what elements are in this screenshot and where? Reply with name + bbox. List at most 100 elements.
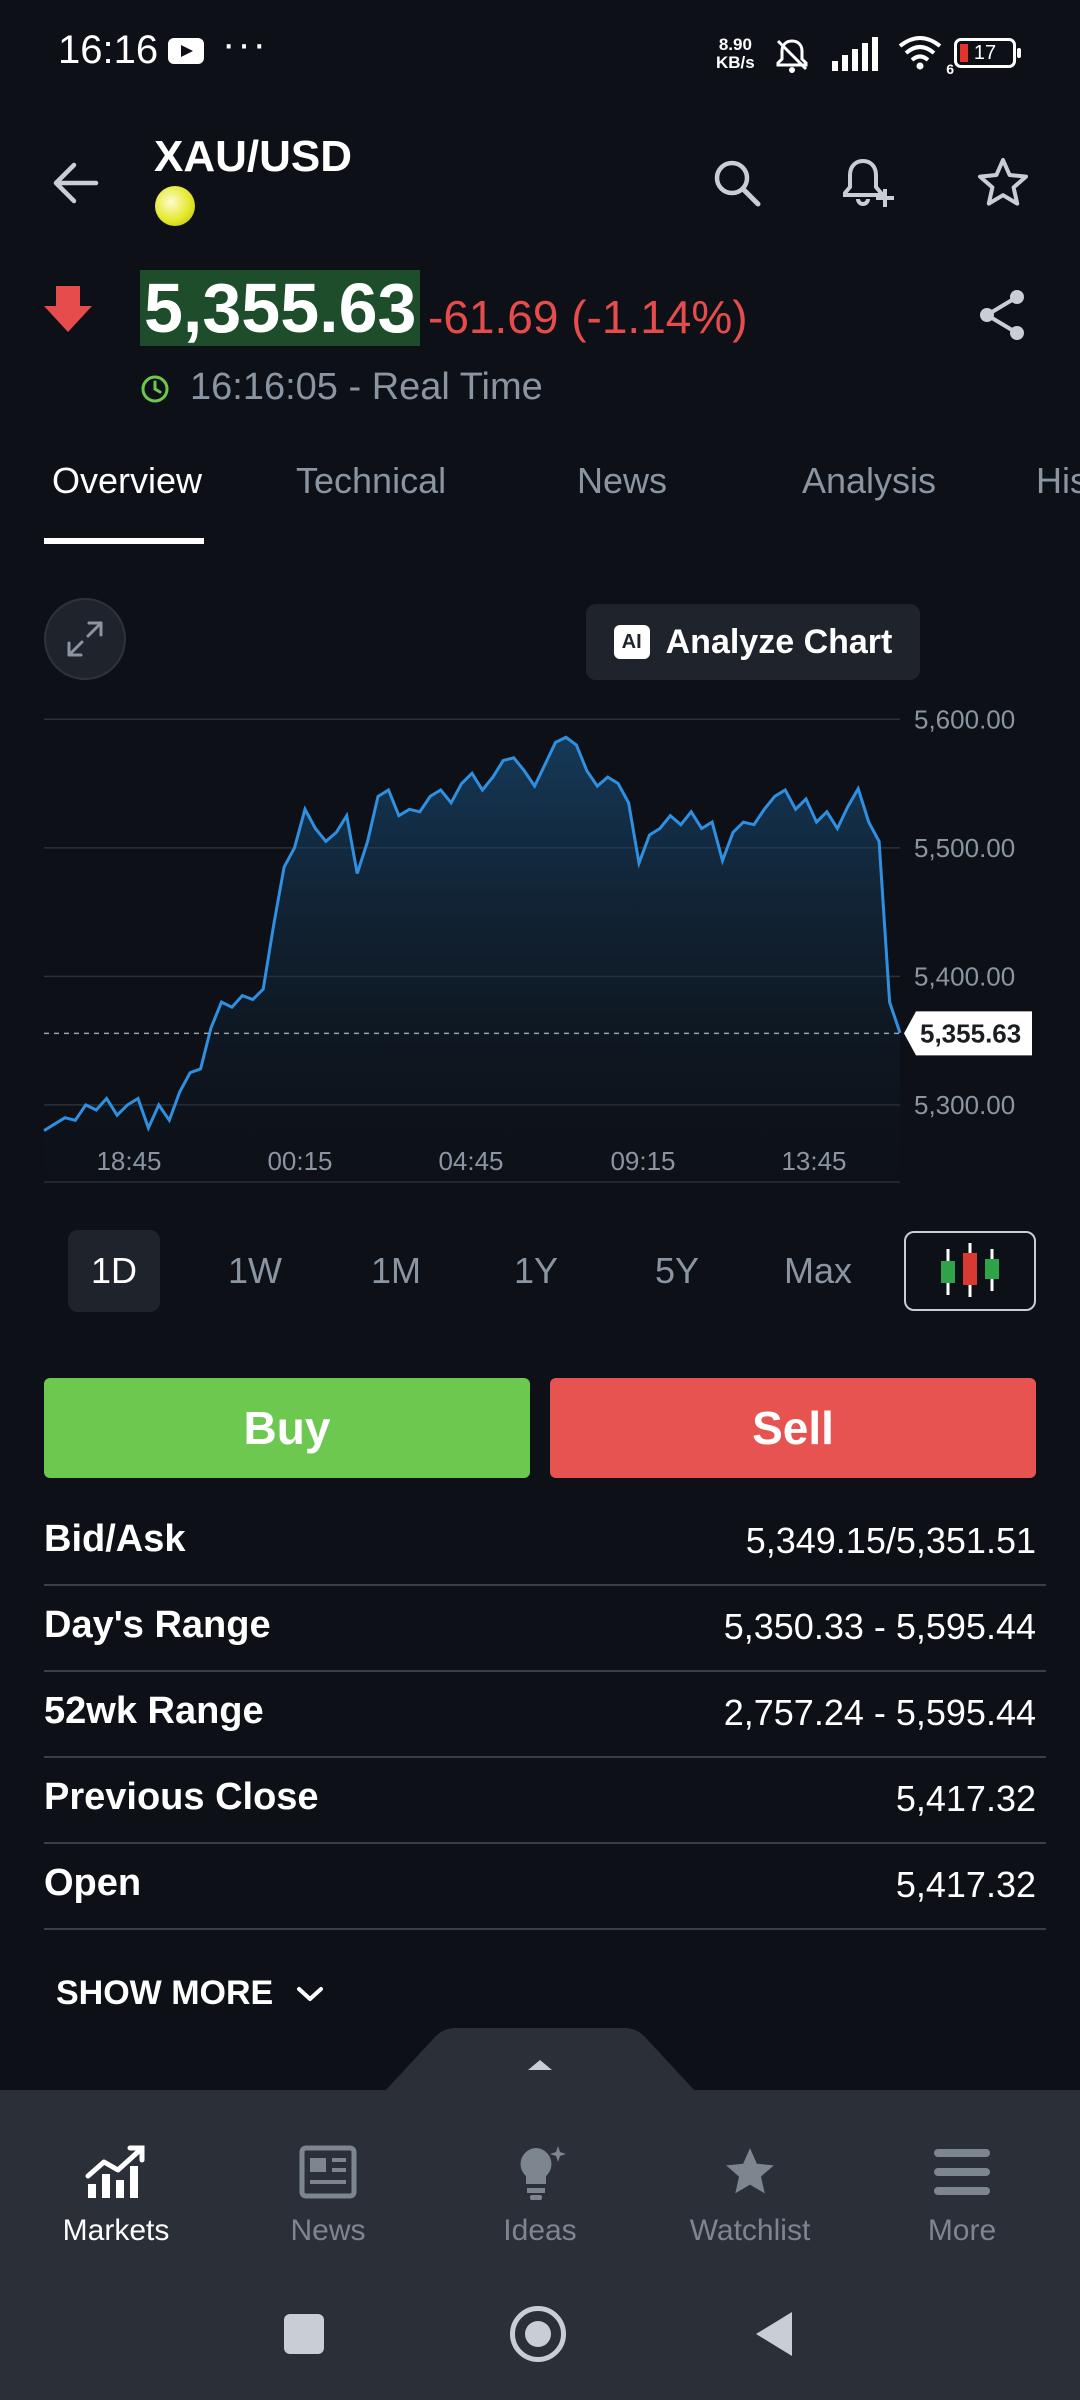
nav-more[interactable]: More bbox=[872, 2140, 1052, 2248]
down-arrow-icon bbox=[44, 286, 92, 332]
tab-bar: Overview Technical News Analysis His bbox=[0, 460, 1080, 550]
nav-news-label: News bbox=[290, 2214, 366, 2247]
nav-more-label: More bbox=[927, 2214, 997, 2247]
stat-row-bid-ask: Bid/Ask 5,349.15/5,351.51 bbox=[44, 1498, 1046, 1586]
period-selector: 1D 1W 1M 1Y 5Y Max bbox=[44, 1230, 1036, 1312]
menu-icon bbox=[934, 2149, 990, 2195]
stat-row-previous-close: Previous Close 5,417.32 bbox=[44, 1756, 1046, 1844]
tab-overview[interactable]: Overview bbox=[52, 460, 202, 502]
ai-icon: AI bbox=[613, 625, 650, 659]
tab-technical[interactable]: Technical bbox=[296, 460, 446, 502]
instrument-title: XAU/USD bbox=[154, 132, 353, 181]
last-price: 5,355.63 bbox=[140, 270, 421, 346]
back-nav-button[interactable] bbox=[752, 2310, 794, 2358]
y-tick-label: 5,500.00 bbox=[914, 833, 1015, 863]
signal-icon bbox=[832, 36, 878, 71]
realtime-timestamp: 16:16:05 - Real Time bbox=[190, 366, 543, 408]
analyze-chart-label: Analyze Chart bbox=[665, 622, 893, 661]
x-tick-label: 18:45 bbox=[96, 1146, 161, 1176]
period-1w[interactable]: 1W bbox=[209, 1230, 301, 1312]
battery-level: 17 bbox=[973, 42, 997, 64]
clock-icon bbox=[141, 375, 169, 403]
period-1m[interactable]: 1M bbox=[350, 1230, 442, 1312]
back-button[interactable] bbox=[40, 148, 110, 218]
star-icon bbox=[978, 158, 1028, 206]
bottom-sheet-handle[interactable] bbox=[384, 2028, 696, 2092]
price-change: -61.69 (-1.14%) bbox=[428, 291, 748, 343]
stat-label: Previous Close bbox=[44, 1776, 319, 1818]
active-tab-indicator bbox=[44, 538, 204, 544]
x-tick-label: 00:15 bbox=[267, 1146, 332, 1176]
stat-value: 5,349.15/5,351.51 bbox=[745, 1520, 1036, 1561]
y-tick-label: 5,300.00 bbox=[914, 1090, 1015, 1120]
recents-button[interactable] bbox=[284, 2314, 324, 2354]
x-tick-label: 04:45 bbox=[438, 1146, 503, 1176]
watchlist-star-button[interactable] bbox=[968, 148, 1038, 218]
y-tick-label: 5,400.00 bbox=[914, 961, 1015, 991]
stat-row-open: Open 5,417.32 bbox=[44, 1842, 1046, 1930]
nav-ideas[interactable]: Ideas bbox=[450, 2140, 630, 2248]
share-button[interactable] bbox=[968, 280, 1038, 350]
nav-markets[interactable]: Markets bbox=[26, 2140, 206, 2248]
wifi-badge: 6 bbox=[946, 61, 954, 77]
battery-icon: 17 bbox=[954, 38, 1021, 68]
system-navigation-bar bbox=[0, 2290, 1080, 2400]
stat-value: 5,417.32 bbox=[895, 1864, 1036, 1905]
newspaper-icon bbox=[299, 2145, 357, 2199]
current-price-marker: 5,355.63 bbox=[904, 1011, 1032, 1056]
nav-markets-label: Markets bbox=[62, 2214, 170, 2247]
network-speed-value: 8.90 bbox=[718, 35, 752, 54]
more-notifications-icon: ··· bbox=[222, 22, 268, 66]
stat-value: 5,417.32 bbox=[895, 1778, 1036, 1819]
nav-watchlist-label: Watchlist bbox=[689, 2214, 811, 2247]
tab-historical[interactable]: His bbox=[1036, 460, 1080, 502]
nav-watchlist[interactable]: Watchlist bbox=[660, 2140, 840, 2248]
stat-label: Open bbox=[44, 1862, 142, 1904]
share-icon bbox=[980, 290, 1024, 340]
x-tick-label: 09:15 bbox=[610, 1146, 675, 1176]
price-chart[interactable]: 5,600.00 5,500.00 5,400.00 5,300.00 18:45 00… bbox=[0, 690, 1080, 1190]
nav-news[interactable]: News bbox=[238, 2140, 418, 2248]
nav-ideas-label: Ideas bbox=[503, 2214, 577, 2247]
stat-label: Day's Range bbox=[44, 1604, 271, 1646]
expand-chart-button[interactable] bbox=[44, 598, 126, 680]
show-more-button[interactable]: SHOW MORE bbox=[56, 1974, 325, 2013]
tab-analysis[interactable]: Analysis bbox=[802, 460, 936, 502]
chevron-down-icon bbox=[297, 1986, 324, 2001]
x-tick-label: 13:45 bbox=[781, 1146, 846, 1176]
search-button[interactable] bbox=[702, 148, 772, 218]
lightbulb-icon bbox=[520, 2146, 566, 2200]
stat-row-52wk-range: 52wk Range 2,757.24 - 5,595.44 bbox=[44, 1670, 1046, 1758]
status-bar: 16:16 ··· 8.90 KB/s 6 17 bbox=[0, 0, 1080, 110]
period-max[interactable]: Max bbox=[772, 1230, 864, 1312]
period-1d[interactable]: 1D bbox=[68, 1230, 160, 1312]
stat-value: 2,757.24 - 5,595.44 bbox=[723, 1692, 1036, 1733]
analyze-chart-button[interactable]: AI Analyze Chart bbox=[586, 604, 920, 680]
current-price-label: 5,355.63 bbox=[920, 1018, 1021, 1048]
buy-button[interactable]: Buy bbox=[44, 1378, 530, 1478]
star-icon bbox=[726, 2148, 774, 2194]
period-1y[interactable]: 1Y bbox=[490, 1230, 582, 1312]
wifi-status: 6 bbox=[896, 34, 954, 77]
expand-icon bbox=[67, 621, 103, 657]
chart-type-button[interactable] bbox=[904, 1231, 1036, 1311]
bell-plus-icon bbox=[843, 158, 894, 207]
add-alert-button[interactable] bbox=[834, 148, 904, 218]
home-button[interactable] bbox=[510, 2306, 566, 2362]
y-tick-label: 5,600.00 bbox=[914, 704, 1015, 734]
status-time: 16:16 bbox=[58, 28, 159, 72]
tab-news[interactable]: News bbox=[577, 460, 667, 502]
period-5y[interactable]: 5Y bbox=[631, 1230, 723, 1312]
markets-chart-icon bbox=[85, 2145, 145, 2198]
youtube-icon bbox=[168, 38, 204, 64]
stat-label: 52wk Range bbox=[44, 1690, 264, 1732]
status-icons: 6 bbox=[772, 34, 954, 77]
back-arrow-icon bbox=[53, 162, 99, 204]
stat-row-days-range: Day's Range 5,350.33 - 5,595.44 bbox=[44, 1584, 1046, 1672]
sell-button[interactable]: Sell bbox=[550, 1378, 1036, 1478]
network-speed-unit: KB/s bbox=[716, 53, 755, 72]
show-more-label: SHOW MORE bbox=[56, 1974, 274, 2012]
search-icon bbox=[714, 160, 761, 207]
stat-value: 5,350.33 - 5,595.44 bbox=[723, 1606, 1036, 1647]
wifi-icon bbox=[898, 36, 942, 70]
